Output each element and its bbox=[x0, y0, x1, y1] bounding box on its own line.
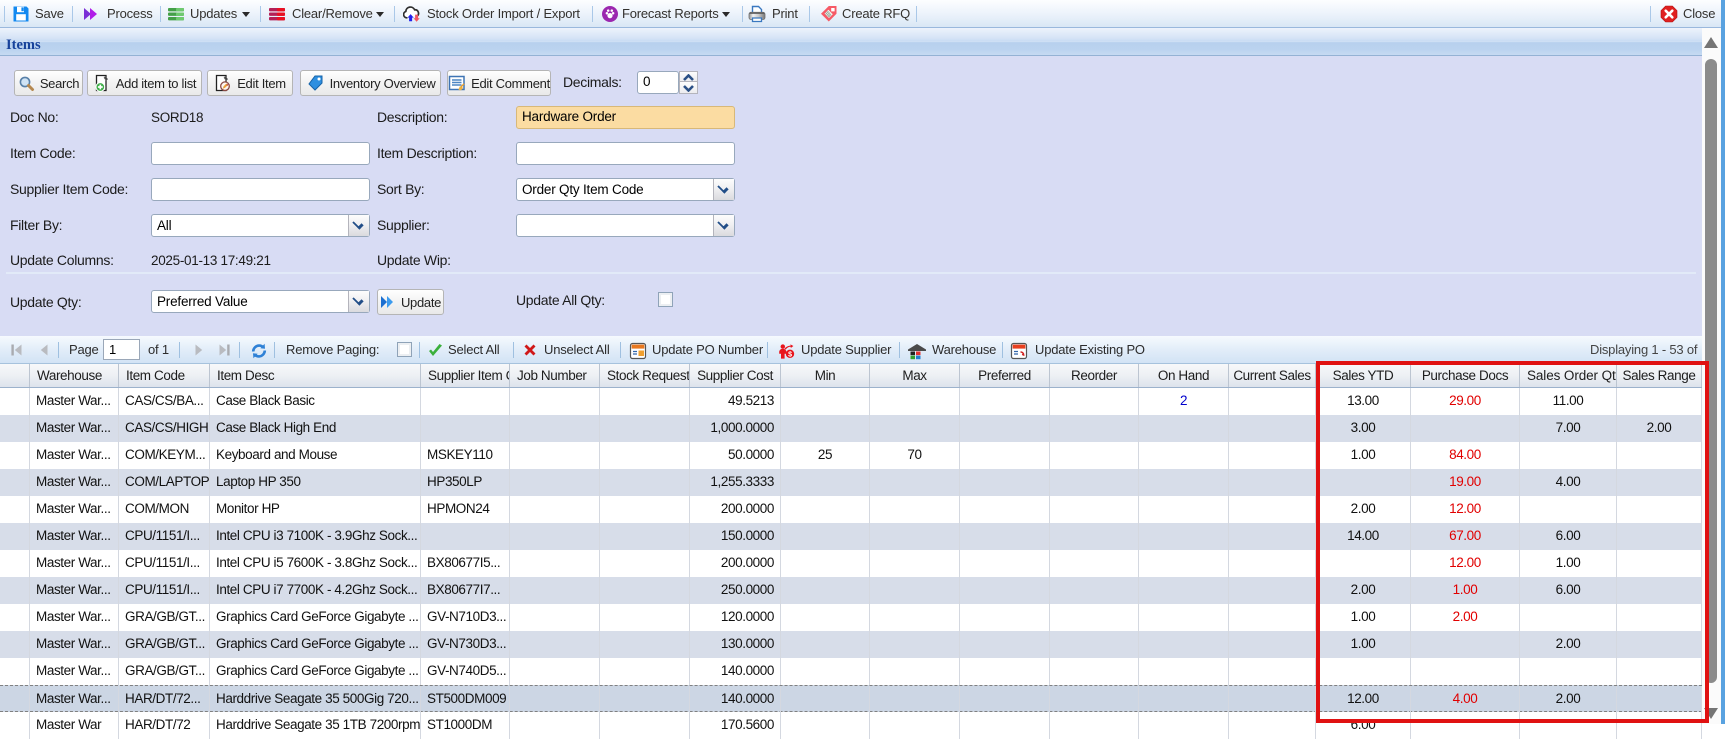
svg-text:$: $ bbox=[788, 351, 792, 358]
